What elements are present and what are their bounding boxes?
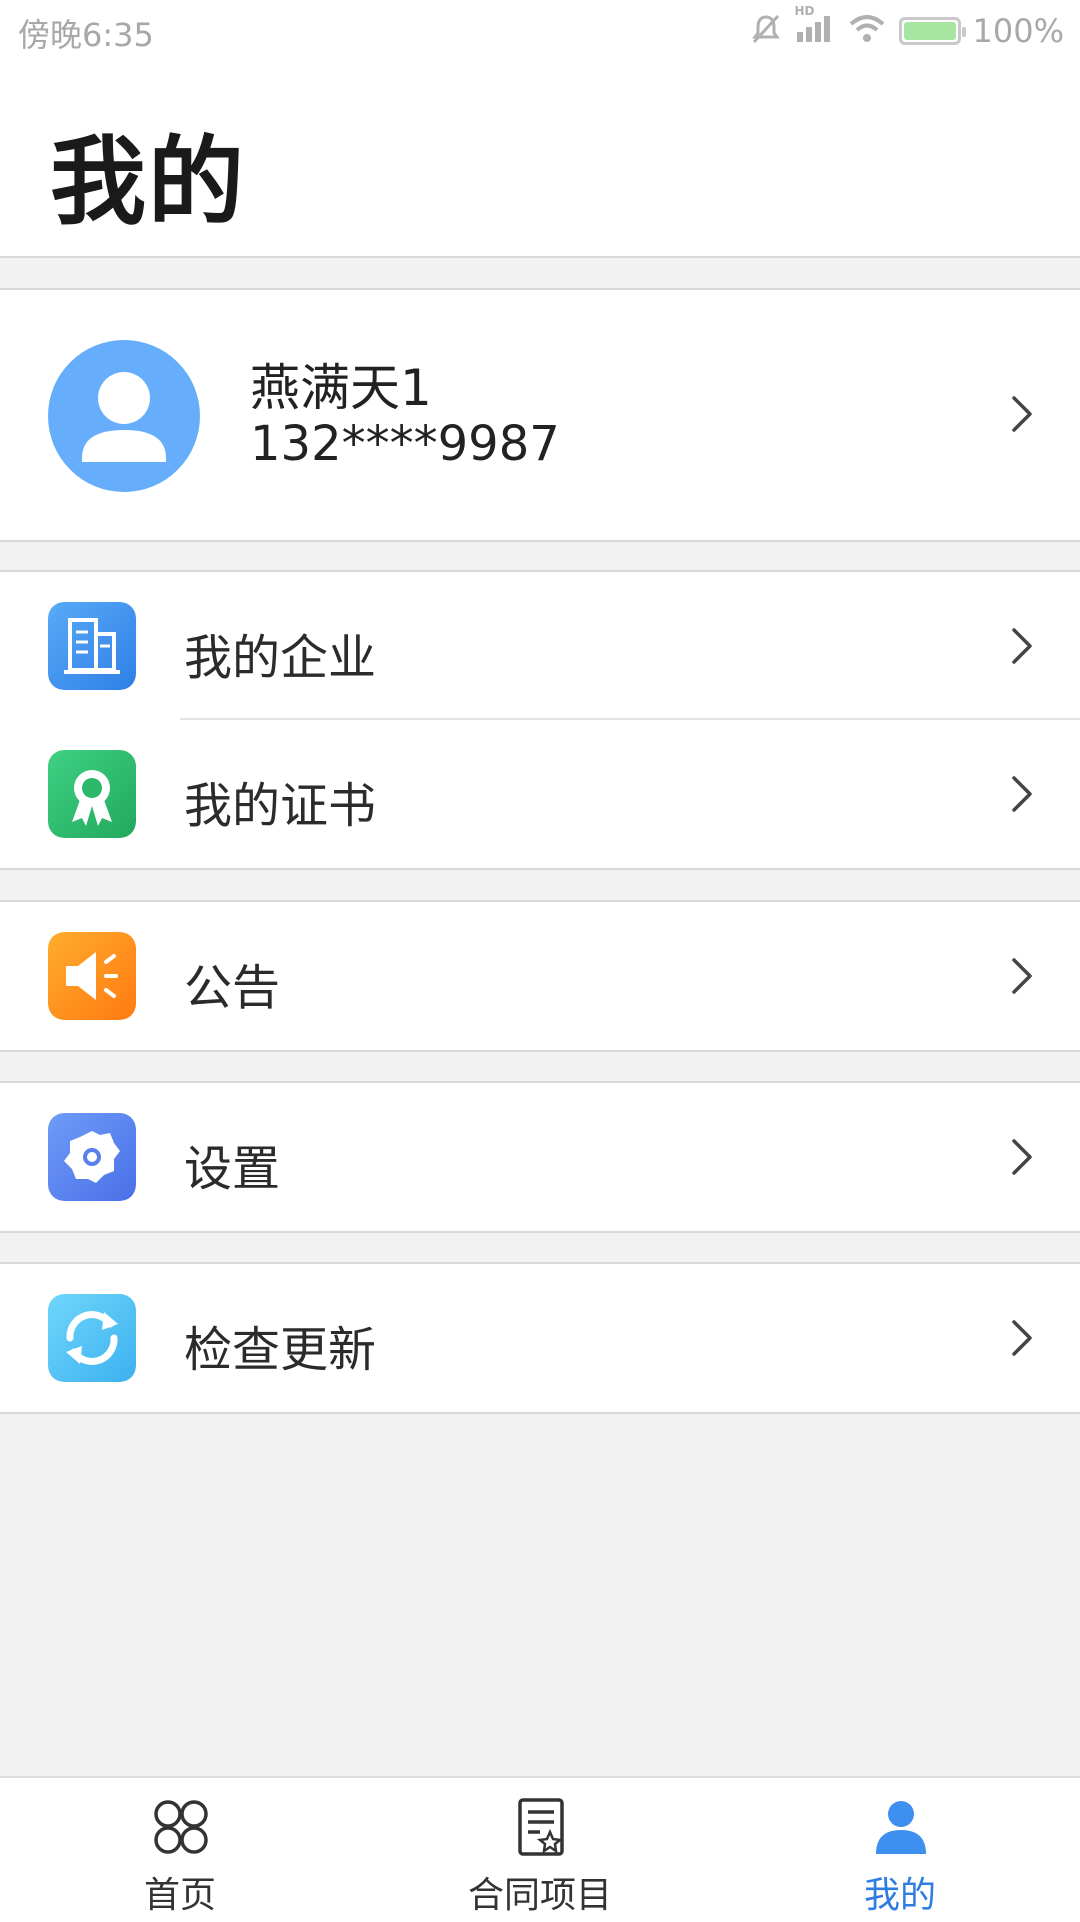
chevron-right-icon <box>1012 396 1032 432</box>
menu-item-notice[interactable]: 公告 <box>0 902 1080 1050</box>
page-title: 我的 <box>50 126 246 238</box>
menu-item-my-enterprise[interactable]: 我的企业 <box>0 572 1080 720</box>
menu-item-label: 公告 <box>184 960 281 1016</box>
tab-contract-projects[interactable]: 合同项目 <box>360 1778 720 1922</box>
tab-label: 我的 <box>863 1875 936 1916</box>
chevron-right-icon <box>1012 958 1032 994</box>
enterprise-building-icon <box>48 602 136 690</box>
avatar <box>48 340 200 492</box>
tab-home[interactable]: 首页 <box>0 1778 360 1922</box>
chevron-right-icon <box>1012 628 1032 664</box>
status-time: 傍晚6:35 <box>18 16 154 54</box>
page-header: 我的 <box>0 62 1080 258</box>
menu-group-account: 我的企业 我的证书 <box>0 570 1080 870</box>
menu-item-label: 我的企业 <box>184 630 377 686</box>
profile-card[interactable]: 燕满天1 132****9987 <box>0 288 1080 542</box>
tab-label: 首页 <box>143 1875 216 1916</box>
battery-level-fill <box>903 22 956 40</box>
chevron-right-icon <box>1012 776 1032 812</box>
menu-group-settings: 设置 <box>0 1081 1080 1233</box>
person-icon <box>876 1801 926 1854</box>
battery-icon <box>898 17 966 45</box>
profile-name: 燕满天1 <box>250 359 432 417</box>
menu-item-label: 检查更新 <box>184 1322 377 1378</box>
menu-group-update: 检查更新 <box>0 1262 1080 1414</box>
tab-mine[interactable]: 我的 <box>720 1778 1080 1922</box>
home-grid-icon <box>154 1800 208 1854</box>
menu-item-settings[interactable]: 设置 <box>0 1083 1080 1231</box>
megaphone-icon <box>48 932 136 1020</box>
status-bar: 傍晚6:35 HD 100% <box>0 0 1080 62</box>
wifi-icon <box>847 12 887 50</box>
refresh-icon <box>48 1294 136 1382</box>
default-user-icon <box>82 372 166 462</box>
menu-group-notice: 公告 <box>0 900 1080 1052</box>
menu-item-my-certificate[interactable]: 我的证书 <box>0 720 1080 868</box>
certificate-badge-icon <box>48 750 136 838</box>
settings-gear-icon <box>48 1113 136 1201</box>
status-icons: HD 100% <box>749 4 1064 54</box>
signal-icon: HD <box>795 4 835 50</box>
profile-phone: 132****9987 <box>250 416 560 472</box>
chevron-right-icon <box>1012 1320 1032 1356</box>
menu-item-check-update[interactable]: 检查更新 <box>0 1264 1080 1412</box>
network-type-label: HD <box>794 4 815 18</box>
menu-item-label: 我的证书 <box>184 778 377 834</box>
menu-item-label: 设置 <box>184 1141 281 1197</box>
tab-label: 合同项目 <box>467 1875 612 1916</box>
battery-percent: 100% <box>972 12 1064 50</box>
bottom-tab-bar: 首页 合同项目 我的 <box>0 1776 1080 1922</box>
chevron-right-icon <box>1012 1139 1032 1175</box>
contract-document-icon <box>518 1798 564 1856</box>
mute-bell-icon <box>749 12 783 50</box>
